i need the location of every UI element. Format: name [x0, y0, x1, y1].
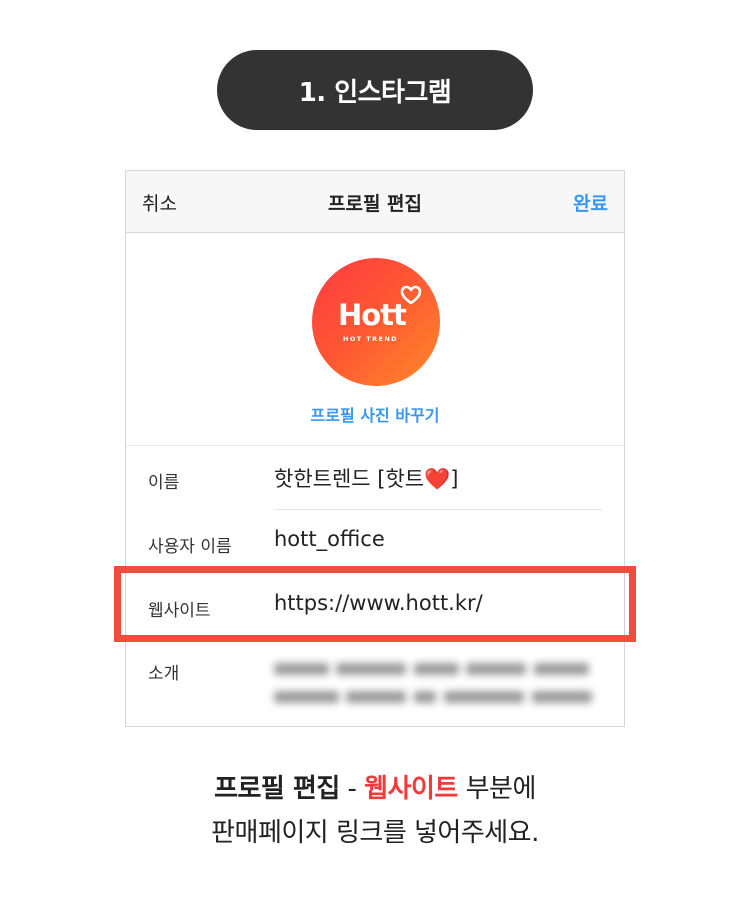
profile-edit-screen: 취소 프로필 편집 완료 Hott HOT TREND 프로필 사진 바꾸기 이…	[125, 170, 625, 727]
hott-logo-text: Hott	[338, 298, 407, 332]
caption-separator: -	[339, 774, 365, 804]
blurred-bio-text	[274, 663, 592, 703]
username-field-label: 사용자 이름	[148, 537, 232, 557]
hott-logo-subtext: HOT TREND	[343, 335, 398, 343]
heart-icon	[400, 285, 422, 305]
step-label-pill: 1. 인스타그램	[217, 50, 533, 130]
instruction-line-1: 프로필 편집 - 웹사이트 부분에	[0, 768, 750, 805]
caption-part-2: 부분에	[457, 774, 537, 804]
username-field[interactable]: hott_office	[274, 527, 385, 551]
section-divider	[126, 445, 624, 446]
caption-profile-edit: 프로필 편집	[214, 774, 340, 804]
change-profile-photo-link[interactable]: 프로필 사진 바꾸기	[126, 402, 624, 426]
bio-field-blurred[interactable]	[274, 655, 604, 720]
nav-bar: 취소 프로필 편집 완료	[126, 171, 624, 233]
name-field-label: 이름	[148, 473, 180, 493]
caption-website-highlight: 웹사이트	[364, 774, 458, 804]
row-divider	[274, 509, 602, 510]
done-button[interactable]: 완료	[573, 189, 608, 216]
screen-title: 프로필 편집	[327, 193, 422, 215]
website-highlight-box	[114, 566, 636, 642]
profile-avatar[interactable]: Hott HOT TREND	[312, 258, 440, 386]
name-field[interactable]: 핫한트렌드 [핫트❤️]	[274, 463, 458, 493]
instruction-line-2: 판매페이지 링크를 넣어주세요.	[211, 818, 539, 848]
bio-field-label: 소개	[148, 664, 180, 684]
